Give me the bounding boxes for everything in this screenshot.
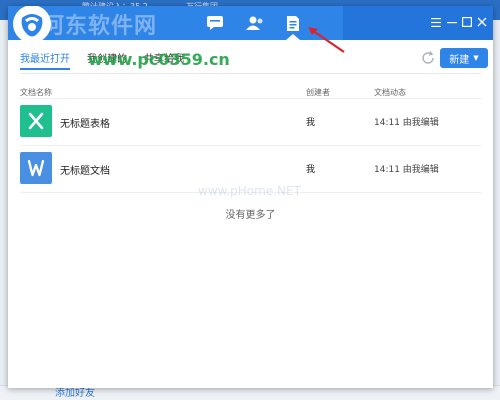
nav-chat[interactable] — [200, 10, 230, 36]
new-button-label: 新建 — [449, 54, 470, 66]
close-icon — [477, 17, 487, 27]
file-name[interactable]: 无标题文档 — [60, 162, 110, 177]
file-name[interactable]: 无标题表格 — [60, 115, 110, 130]
table-row[interactable]: 无标题表格 我 14:11 由我编辑 — [20, 99, 481, 146]
refresh-icon[interactable] — [420, 50, 436, 66]
maximize-button[interactable] — [461, 16, 473, 28]
menu-icon — [431, 17, 441, 27]
annotation-arrow-icon — [308, 27, 345, 53]
column-header-name: 文档名称 — [20, 88, 52, 97]
minimize-button[interactable] — [446, 16, 458, 28]
nav-contacts[interactable] — [240, 10, 270, 36]
column-header-creator: 创建者 — [306, 88, 330, 97]
document-icon — [287, 15, 299, 31]
site-watermark: 河东软件网 — [42, 14, 158, 39]
documents-window: 河东软件网 我最近打开 我创建的 共享给我 www.pc0359.cn 新建 ▼… — [8, 6, 493, 388]
file-activity: 14:11 由我编辑 — [374, 118, 439, 128]
column-header-activity: 文档动态 — [374, 88, 406, 97]
no-more-hint: 没有更多了 — [225, 210, 276, 221]
maximize-icon — [462, 17, 472, 27]
spreadsheet-icon — [20, 105, 52, 137]
new-document-button[interactable]: 新建 ▼ — [440, 48, 488, 68]
center-watermark: www.pHome.NET — [198, 184, 301, 198]
chat-icon — [207, 16, 223, 30]
close-button[interactable] — [476, 16, 488, 28]
chevron-down-icon: ▼ — [473, 54, 479, 62]
contacts-icon — [246, 16, 263, 30]
title-bar: 河东软件网 — [8, 6, 493, 40]
url-watermark: www.pc0359.cn — [88, 50, 230, 69]
minimize-icon — [447, 22, 457, 24]
file-creator: 我 — [306, 118, 316, 128]
menu-button[interactable] — [430, 16, 442, 28]
file-creator: 我 — [306, 165, 316, 175]
file-activity: 14:11 由我编辑 — [374, 165, 439, 175]
tabs-divider — [20, 73, 481, 74]
document-file-icon — [20, 152, 52, 184]
tab-recent[interactable]: 我最近打开 — [20, 50, 70, 70]
